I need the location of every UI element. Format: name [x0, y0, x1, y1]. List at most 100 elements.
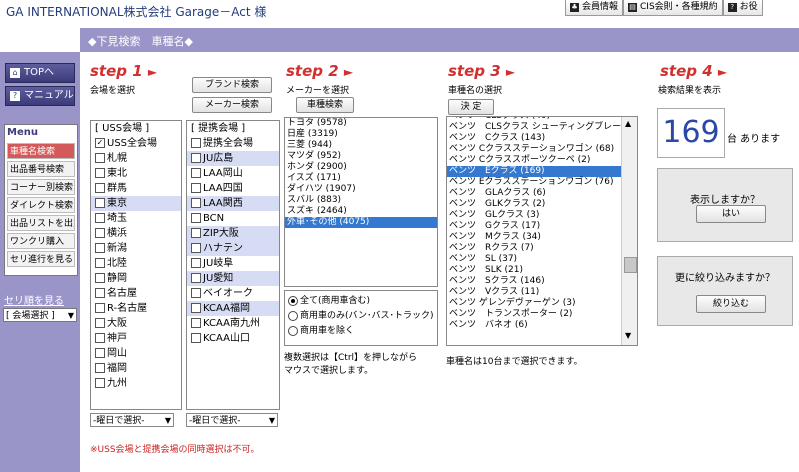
- checkbox[interactable]: [191, 258, 201, 268]
- model-list[interactable]: ベンツ CLSクラス (40) ベンツ CLSクラス シューティングブレーク (6…: [446, 116, 638, 346]
- checkbox[interactable]: [95, 288, 105, 298]
- menu-item[interactable]: ワンクリ購入: [7, 233, 75, 249]
- narrow-button[interactable]: 絞り込む: [696, 295, 766, 313]
- kaijo-select[interactable]: [ 会場選択 ] ▼: [3, 308, 77, 322]
- menu-item[interactable]: コーナー別検索: [7, 179, 75, 195]
- checkbox[interactable]: [191, 333, 201, 343]
- checkbox[interactable]: [95, 378, 105, 388]
- radio-button[interactable]: [288, 325, 298, 336]
- model-option[interactable]: ベンツ CLSクラス シューティングブレーク (6): [447, 122, 637, 133]
- radio-button[interactable]: [288, 310, 298, 321]
- uss-venue-item[interactable]: 岡山: [91, 346, 181, 361]
- checkbox[interactable]: [95, 243, 105, 253]
- seri-order-link[interactable]: セリ順を見る: [4, 292, 64, 307]
- uss-venue-item[interactable]: 東京: [91, 196, 181, 211]
- topmenu-item-2[interactable]: ? お役: [722, 0, 763, 16]
- scroll-down-icon[interactable]: ▼: [625, 331, 631, 340]
- checkbox[interactable]: [95, 198, 105, 208]
- checkbox[interactable]: [95, 183, 105, 193]
- maker-option[interactable]: スバル (883): [285, 195, 437, 206]
- uss-venue-item[interactable]: 埼玉: [91, 211, 181, 226]
- topmenu-item-0[interactable]: ♣ 会員情報: [565, 0, 624, 16]
- maker-option[interactable]: トヨタ (9578): [285, 118, 437, 129]
- show-yes-button[interactable]: はい: [696, 205, 766, 223]
- model-option[interactable]: ベンツ Gクラス (17): [447, 221, 621, 232]
- maker-option[interactable]: 外車･その他 (4075): [285, 217, 437, 228]
- top-button[interactable]: ⌂ TOPへ: [5, 63, 75, 83]
- maker-option[interactable]: 三菱 (944): [285, 140, 437, 151]
- model-option[interactable]: ベンツ Eクラス (169): [447, 166, 621, 177]
- checkbox[interactable]: [191, 213, 201, 223]
- checkbox[interactable]: [95, 228, 105, 238]
- model-option[interactable]: ベンツ Vクラス (11): [447, 287, 621, 298]
- checkbox[interactable]: [191, 243, 201, 253]
- model-option[interactable]: ベンツ Sクラス (146): [447, 276, 621, 287]
- checkbox[interactable]: ✓: [95, 138, 105, 148]
- uss-venue-item[interactable]: 大阪: [91, 316, 181, 331]
- checkbox[interactable]: [191, 138, 201, 148]
- menu-item[interactable]: 出品リストを出力: [7, 215, 75, 231]
- teikei-venue-item[interactable]: KCAA山口: [187, 331, 279, 346]
- uss-venue-item[interactable]: 神戸: [91, 331, 181, 346]
- commercial-radio-option[interactable]: 全て(商用車含む): [285, 294, 437, 309]
- maker-option[interactable]: 日産 (3319): [285, 129, 437, 140]
- model-option[interactable]: ベンツ SL (37): [447, 254, 621, 265]
- maker-option[interactable]: イスズ (171): [285, 173, 437, 184]
- checkbox[interactable]: [95, 333, 105, 343]
- teikei-venue-item[interactable]: 提携全会場: [187, 136, 279, 151]
- checkbox[interactable]: [95, 168, 105, 178]
- checkbox[interactable]: [95, 348, 105, 358]
- checkbox[interactable]: [95, 258, 105, 268]
- checkbox[interactable]: [95, 363, 105, 373]
- uss-venue-item[interactable]: ✓ USS全会場: [91, 136, 181, 151]
- menu-item[interactable]: 出品番号検索: [7, 161, 75, 177]
- uss-venue-item[interactable]: 群馬: [91, 181, 181, 196]
- model-option[interactable]: ベンツ Eクラスステーションワゴン (76): [447, 177, 621, 188]
- checkbox[interactable]: [191, 318, 201, 328]
- model-list-scrollbar[interactable]: ▲ ▼: [621, 117, 637, 345]
- teikei-venue-item[interactable]: LAA関西: [187, 196, 279, 211]
- checkbox[interactable]: [191, 153, 201, 163]
- commercial-radio-option[interactable]: 商用車を除く: [285, 324, 437, 339]
- maker-option[interactable]: ホンダ (2900): [285, 162, 437, 173]
- maker-option[interactable]: ダイハツ (1907): [285, 184, 437, 195]
- menu-item[interactable]: ダイレクト検索: [7, 197, 75, 213]
- model-option[interactable]: ベンツ ゲレンデヴァーゲン (3): [447, 298, 621, 309]
- teikei-venue-item[interactable]: ベイオーク: [187, 286, 279, 301]
- menu-item[interactable]: セリ進行を見る: [7, 251, 75, 267]
- uss-venue-item[interactable]: 福岡: [91, 361, 181, 376]
- radio-button[interactable]: [288, 295, 298, 306]
- checkbox[interactable]: [95, 213, 105, 223]
- decide-button[interactable]: 決 定: [448, 99, 494, 115]
- uss-venue-item[interactable]: 新潟: [91, 241, 181, 256]
- maker-option[interactable]: マツダ (952): [285, 151, 437, 162]
- uss-venue-item[interactable]: 北陸: [91, 256, 181, 271]
- model-option[interactable]: ベンツ バネオ (6): [447, 320, 621, 331]
- model-option[interactable]: ベンツ SLK (21): [447, 265, 621, 276]
- checkbox[interactable]: [191, 168, 201, 178]
- checkbox[interactable]: [191, 228, 201, 238]
- model-option[interactable]: ベンツ GLAクラス (6): [447, 188, 621, 199]
- checkbox[interactable]: [191, 303, 201, 313]
- uss-venue-item[interactable]: 九州: [91, 376, 181, 391]
- maker-search-button[interactable]: メーカー検索: [192, 97, 272, 113]
- uss-venue-item[interactable]: 横浜: [91, 226, 181, 241]
- checkbox[interactable]: [95, 273, 105, 283]
- teikei-venue-item[interactable]: JU愛知: [187, 271, 279, 286]
- checkbox[interactable]: [95, 303, 105, 313]
- manual-button[interactable]: ? マニュアル: [5, 86, 75, 106]
- checkbox[interactable]: [191, 273, 201, 283]
- teikei-venue-item[interactable]: KCAA福岡: [187, 301, 279, 316]
- topmenu-item-1[interactable]: ▤ CIS会則・各種規約: [623, 0, 723, 16]
- teikei-venue-item[interactable]: LAA四国: [187, 181, 279, 196]
- day-select-teikei[interactable]: -曜日で選択- ▼: [186, 413, 278, 427]
- checkbox[interactable]: [95, 153, 105, 163]
- teikei-venue-item[interactable]: KCAA南九州: [187, 316, 279, 331]
- checkbox[interactable]: [191, 183, 201, 193]
- uss-venue-item[interactable]: 静岡: [91, 271, 181, 286]
- teikei-venue-item[interactable]: BCN: [187, 211, 279, 226]
- checkbox[interactable]: [95, 318, 105, 328]
- teikei-venue-item[interactable]: JU広島: [187, 151, 279, 166]
- car-search-button[interactable]: 車種検索: [296, 97, 354, 113]
- uss-venue-item[interactable]: R-名古屋: [91, 301, 181, 316]
